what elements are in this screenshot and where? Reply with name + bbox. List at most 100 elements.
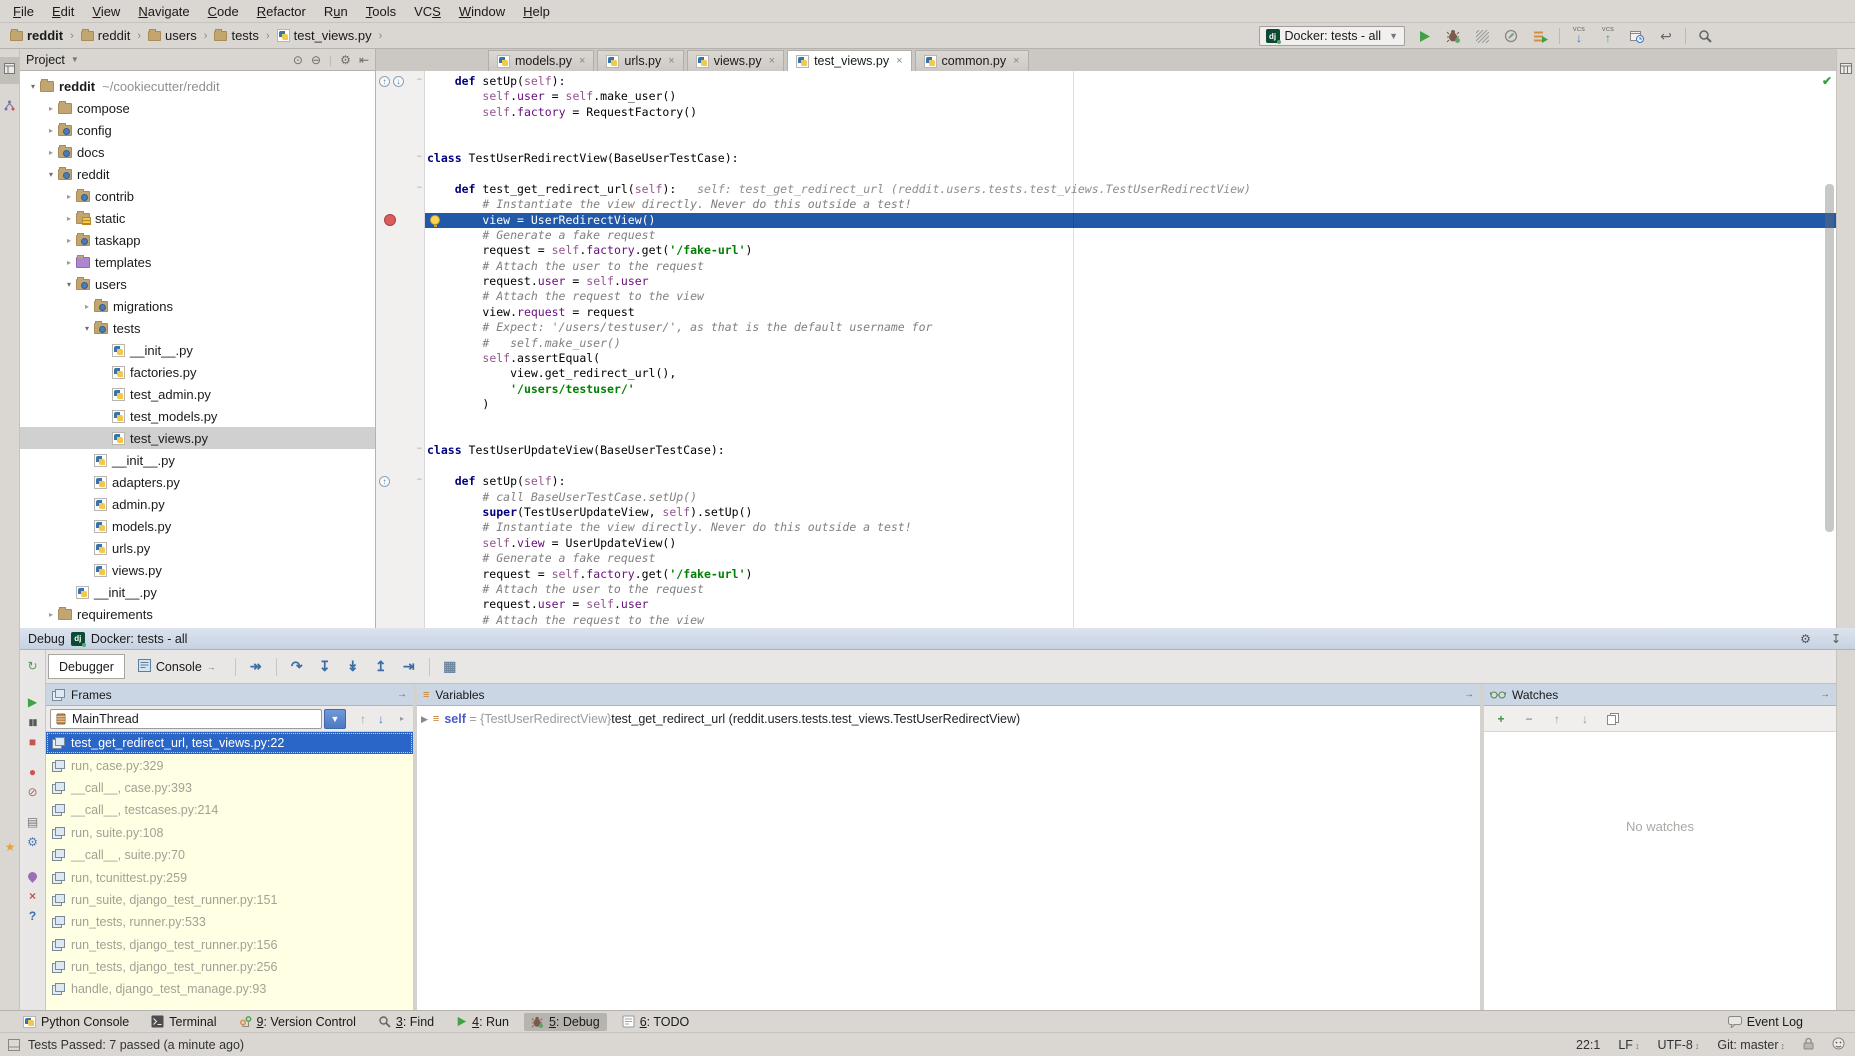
- float-panel-icon[interactable]: →: [1464, 689, 1474, 700]
- stripe-button-database[interactable]: [1837, 57, 1855, 84]
- locate-file-icon[interactable]: ⊙: [293, 53, 303, 67]
- code-text[interactable]: view.request = request: [425, 305, 1836, 320]
- tree-item-reddit[interactable]: ▾reddit~/cookiecutter/reddit: [20, 75, 375, 97]
- fold-region-icon[interactable]: −: [417, 151, 422, 161]
- gutter-cell[interactable]: [376, 459, 425, 474]
- toolwindow-button-4-run[interactable]: 4: Run: [449, 1013, 516, 1031]
- tree-item-views-py[interactable]: views.py: [20, 559, 375, 581]
- code-text[interactable]: self.view = UserUpdateView(): [425, 536, 1836, 551]
- gutter-cell[interactable]: [376, 89, 425, 104]
- profiler-button[interactable]: [1501, 26, 1521, 46]
- gutter-cell[interactable]: [376, 320, 425, 335]
- code-text[interactable]: self.factory = RequestFactory(): [425, 105, 1836, 120]
- code-text[interactable]: [425, 120, 1836, 135]
- duplicate-watch-button[interactable]: [1604, 710, 1622, 728]
- tree-item-compose[interactable]: ▸compose: [20, 97, 375, 119]
- tree-item-taskapp[interactable]: ▸taskapp: [20, 229, 375, 251]
- gutter-cell[interactable]: −: [376, 151, 425, 166]
- fold-region-icon[interactable]: −: [417, 182, 422, 192]
- step-over-button[interactable]: ↷: [285, 656, 309, 678]
- overridden-method-down-icon[interactable]: ↓: [393, 76, 404, 87]
- stripe-button-structure[interactable]: [0, 94, 19, 121]
- frame-row[interactable]: run_tests, django_test_runner.py:156: [46, 934, 413, 956]
- tab-common-py[interactable]: common.py×: [915, 50, 1029, 71]
- hide-panel-icon[interactable]: ⇤: [359, 53, 369, 67]
- gutter-cell[interactable]: [376, 382, 425, 397]
- breakpoint-icon[interactable]: [384, 214, 396, 226]
- editor-scrollbar[interactable]: [1825, 184, 1834, 532]
- tree-collapsed-icon[interactable]: ▸: [44, 610, 58, 619]
- tree-item-test-views-py[interactable]: test_views.py: [20, 427, 375, 449]
- toolwindow-button-terminal[interactable]: Terminal: [144, 1013, 223, 1031]
- gutter-cell[interactable]: [376, 120, 425, 135]
- code-text[interactable]: request = self.factory.get('/fake-url'): [425, 243, 1836, 258]
- tree-collapsed-icon[interactable]: ▸: [44, 126, 58, 135]
- debug-tab-debugger[interactable]: Debugger: [48, 654, 125, 679]
- menu-item-run[interactable]: Run: [315, 4, 357, 19]
- status-22-1[interactable]: 22:1: [1576, 1038, 1600, 1052]
- thread-dropdown-icon[interactable]: ▼: [324, 709, 346, 729]
- gutter-cell[interactable]: [376, 613, 425, 628]
- tree-expanded-icon[interactable]: ▾: [80, 324, 94, 333]
- code-text[interactable]: [425, 166, 1836, 181]
- code-text[interactable]: view = UserRedirectView(): [425, 213, 1836, 228]
- tree-item-admin-py[interactable]: admin.py: [20, 493, 375, 515]
- tree-collapsed-icon[interactable]: ▸: [62, 258, 76, 267]
- variable-row[interactable]: ▶ ≡ self = {TestUserRedirectView}test_ge…: [417, 706, 1480, 726]
- toolwindow-button-3-find[interactable]: 3: Find: [371, 1013, 441, 1031]
- gutter-cell[interactable]: [376, 413, 425, 428]
- splitter-handle-icon[interactable]: ▸: [400, 714, 404, 723]
- hector-icon[interactable]: [1832, 1037, 1845, 1053]
- status-git-master[interactable]: Git: master↕: [1717, 1038, 1785, 1052]
- run-button[interactable]: [1414, 26, 1434, 46]
- frame-row[interactable]: test_get_redirect_url, test_views.py:22: [46, 732, 413, 754]
- breadcrumb-item-users[interactable]: users: [146, 28, 199, 43]
- fold-region-icon[interactable]: −: [417, 443, 422, 453]
- gutter-cell[interactable]: −: [376, 182, 425, 197]
- tree-item-adapters-py[interactable]: adapters.py: [20, 471, 375, 493]
- debug-button[interactable]: [1443, 26, 1463, 46]
- view-breakpoints-button[interactable]: ●: [23, 762, 43, 782]
- code-text[interactable]: # Attach the request to the view: [425, 613, 1836, 628]
- vcs-update-button[interactable]: VCS↓: [1569, 26, 1589, 46]
- rerun-button[interactable]: ↻: [23, 656, 43, 676]
- gutter-cell[interactable]: [376, 490, 425, 505]
- previous-frame-button[interactable]: ↑: [354, 710, 372, 728]
- resume-button[interactable]: ▶: [23, 692, 43, 712]
- gutter-cell[interactable]: [376, 274, 425, 289]
- breadcrumb-item-test-views-py[interactable]: test_views.py: [275, 28, 374, 43]
- tree-collapsed-icon[interactable]: ▸: [44, 148, 58, 157]
- code-text[interactable]: super(TestUserUpdateView, self).setUp(): [425, 505, 1836, 520]
- vcs-commit-button[interactable]: VCS↑: [1598, 26, 1618, 46]
- code-text[interactable]: view.get_redirect_url(),: [425, 366, 1836, 381]
- code-text[interactable]: self.assertEqual(: [425, 351, 1836, 366]
- code-text[interactable]: class TestUserUpdateView(BaseUserTestCas…: [425, 443, 1836, 458]
- gutter-cell[interactable]: [376, 520, 425, 535]
- code-text[interactable]: # Attach the user to the request: [425, 582, 1836, 597]
- frame-row[interactable]: run, suite.py:108: [46, 822, 413, 844]
- tree-item-config[interactable]: ▸config: [20, 119, 375, 141]
- tree-item-models-py[interactable]: models.py: [20, 515, 375, 537]
- tab-models-py[interactable]: models.py×: [488, 50, 594, 71]
- gutter-cell[interactable]: [376, 567, 425, 582]
- gutter-cell[interactable]: [376, 505, 425, 520]
- tree-item-docs[interactable]: ▸docs: [20, 141, 375, 163]
- code-text[interactable]: # call BaseUserTestCase.setUp(): [425, 490, 1836, 505]
- status-lf[interactable]: LF↕: [1618, 1038, 1639, 1052]
- code-text[interactable]: # Generate a fake request: [425, 228, 1836, 243]
- menu-item-file[interactable]: File: [4, 4, 43, 19]
- tree-expanded-icon[interactable]: ▾: [26, 82, 40, 91]
- stop-button[interactable]: ■: [23, 732, 43, 752]
- debug-tab-console[interactable]: Console→: [127, 654, 227, 679]
- gutter-cell[interactable]: [376, 105, 425, 120]
- frame-row[interactable]: __call__, case.py:393: [46, 777, 413, 799]
- tree-item-tests[interactable]: ▾tests: [20, 317, 375, 339]
- frame-row[interactable]: __call__, suite.py:70: [46, 844, 413, 866]
- tab-views-py[interactable]: views.py×: [687, 50, 784, 71]
- pause-button[interactable]: ▮▮: [23, 712, 43, 732]
- float-panel-icon[interactable]: →: [1820, 689, 1830, 700]
- gutter-cell[interactable]: [376, 351, 425, 366]
- gutter-cell[interactable]: [376, 289, 425, 304]
- gutter-cell[interactable]: [376, 336, 425, 351]
- gutter-cell[interactable]: [376, 166, 425, 181]
